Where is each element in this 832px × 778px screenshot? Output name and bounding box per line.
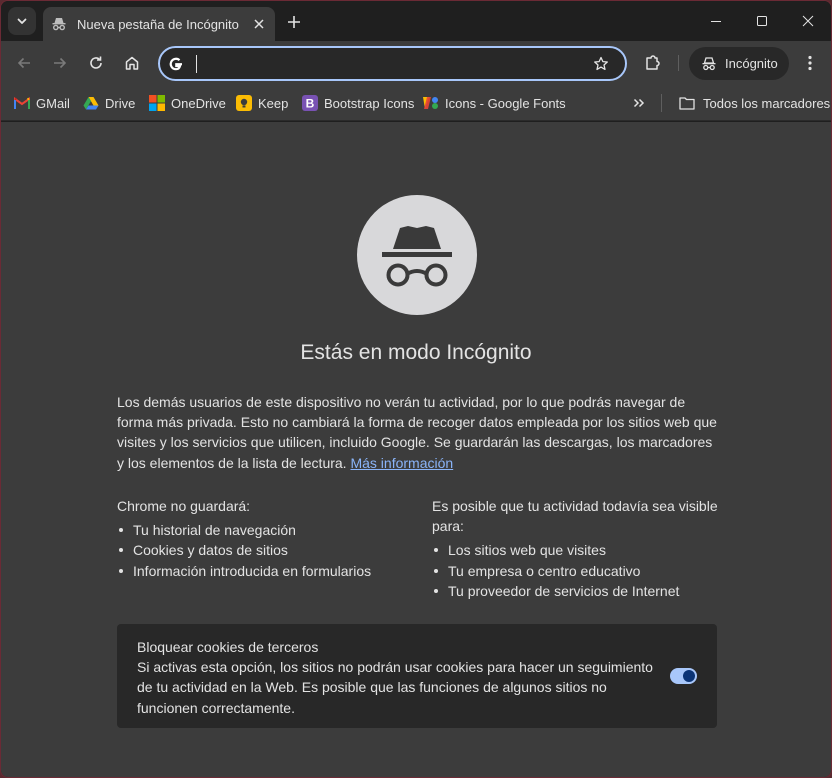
not-saved-heading: Chrome no guardará: — [117, 498, 251, 514]
bookmark-bootstrap-icons[interactable]: B Bootstrap Icons — [302, 92, 414, 114]
list-item: Tu historial de navegación — [117, 520, 407, 540]
incognito-hero-icon — [357, 195, 477, 315]
toolbar: Incógnito — [1, 41, 831, 85]
minimize-icon — [710, 15, 722, 27]
bookmark-gmail[interactable]: GMail — [14, 92, 70, 114]
toolbar-separator — [678, 55, 679, 71]
home-icon — [124, 55, 140, 71]
window-controls — [693, 1, 831, 41]
tab-strip: Nueva pestaña de Incógnito — [1, 1, 831, 41]
visible-to-list: Los sitios web que visites Tu empresa o … — [432, 540, 722, 601]
incognito-icon — [51, 16, 67, 32]
bookmarks-overflow-button[interactable] — [631, 92, 653, 114]
third-party-cookies-card: Bloquear cookies de terceros Si activas … — [117, 624, 717, 728]
google-g-icon — [168, 56, 184, 72]
bookmark-star-icon[interactable] — [589, 52, 613, 76]
new-tab-page: Estás en modo Incógnito Los demás usuari… — [1, 122, 831, 777]
cookie-card-title: Bloquear cookies de terceros — [137, 639, 319, 655]
tab-search-button[interactable] — [8, 7, 36, 35]
google-keep-icon — [236, 95, 252, 111]
reload-icon — [88, 55, 104, 71]
intro-paragraph: Los demás usuarios de este dispositivo n… — [117, 392, 717, 473]
list-item: Tu proveedor de servicios de Internet — [432, 581, 722, 601]
cookie-card-description: Si activas esta opción, los sitios no po… — [137, 659, 653, 716]
bookmark-label: OneDrive — [171, 95, 226, 111]
gmail-icon — [14, 95, 30, 111]
bookmarks-bar: GMail Drive OneDrive Keep B Bootstrap Ic… — [1, 85, 831, 121]
folder-icon — [679, 95, 695, 111]
bookmark-label: GMail — [36, 95, 70, 111]
bootstrap-icon: B — [302, 95, 318, 111]
page-title: Estás en modo Incógnito — [300, 341, 532, 364]
bookmark-onedrive[interactable]: OneDrive — [149, 92, 226, 114]
more-vert-icon — [808, 55, 812, 71]
list-item: Cookies y datos de sitios — [117, 540, 407, 560]
tab-title: Nueva pestaña de Incógnito — [77, 16, 239, 32]
chevron-down-icon — [16, 15, 28, 27]
bookmark-label: Icons - Google Fonts — [445, 95, 566, 111]
maximize-icon — [756, 15, 768, 27]
bookmarks-separator — [661, 94, 662, 112]
plus-icon — [287, 15, 301, 29]
all-bookmarks-button[interactable]: Todos los marcadores — [679, 92, 830, 114]
bookmark-label: Keep — [258, 95, 289, 111]
visible-to-section: Es posible que tu actividad todavía sea … — [432, 496, 722, 601]
learn-more-link[interactable]: Más información — [350, 455, 453, 471]
block-cookies-toggle[interactable] — [670, 668, 697, 684]
bookmark-google-fonts-icons[interactable]: Icons - Google Fonts — [423, 92, 566, 114]
bookmark-label: Bootstrap Icons — [324, 95, 415, 111]
cookie-card-text: Bloquear cookies de terceros Si activas … — [137, 637, 657, 718]
reload-button[interactable] — [84, 51, 108, 75]
microsoft-logo-icon — [149, 95, 165, 111]
address-bar[interactable] — [158, 46, 627, 81]
arrow-left-icon — [16, 55, 32, 71]
arrow-right-icon — [52, 55, 68, 71]
forward-button[interactable] — [48, 51, 72, 75]
bookmark-label: Drive — [105, 95, 136, 111]
bookmark-keep[interactable]: Keep — [236, 92, 288, 114]
list-item: Los sitios web que visites — [432, 540, 722, 560]
list-item: Información introducida en formularios — [117, 561, 407, 581]
incognito-label: Incógnito — [725, 56, 778, 71]
list-item: Tu empresa o centro educativo — [432, 561, 722, 581]
back-button[interactable] — [12, 51, 36, 75]
svg-text:B: B — [306, 97, 315, 111]
browser-window: Nueva pestaña de Incógnito Incógnito GMa… — [0, 0, 832, 778]
not-saved-list: Tu historial de navegación Cookies y dat… — [117, 520, 407, 581]
chrome-menu-button[interactable] — [799, 51, 821, 75]
not-saved-section: Chrome no guardará: Tu historial de nave… — [117, 496, 407, 581]
close-tab-icon[interactable] — [249, 14, 269, 34]
close-window-button[interactable] — [785, 1, 831, 41]
puzzle-icon — [644, 54, 662, 72]
extensions-button[interactable] — [641, 51, 665, 75]
new-tab-button[interactable] — [283, 11, 305, 33]
double-chevron-right-icon — [631, 95, 647, 111]
tab-incognito[interactable]: Nueva pestaña de Incógnito — [43, 7, 275, 41]
google-drive-icon — [83, 95, 99, 111]
all-bookmarks-label: Todos los marcadores — [703, 95, 831, 111]
visible-to-heading: Es posible que tu actividad todavía sea … — [432, 498, 718, 535]
incognito-icon — [701, 56, 717, 72]
maximize-button[interactable] — [739, 1, 785, 41]
minimize-button[interactable] — [693, 1, 739, 41]
toggle-knob — [683, 670, 695, 682]
bookmark-drive[interactable]: Drive — [83, 92, 135, 114]
close-icon — [802, 15, 814, 27]
home-button[interactable] — [120, 51, 144, 75]
incognito-profile-button[interactable]: Incógnito — [689, 47, 789, 80]
google-fonts-icon — [423, 95, 439, 111]
address-input[interactable] — [197, 55, 589, 72]
